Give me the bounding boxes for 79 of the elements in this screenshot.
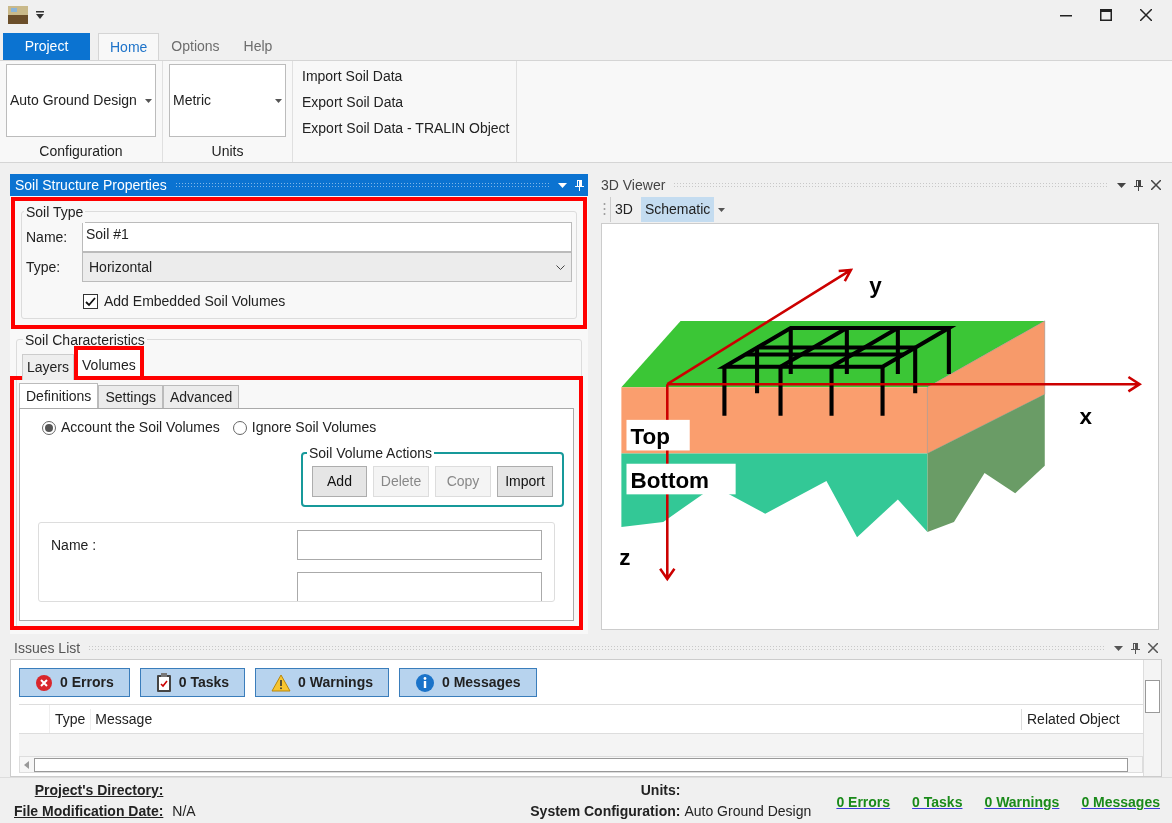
maximize-icon[interactable] — [1100, 9, 1112, 21]
status-link[interactable]: 0 Tasks — [912, 792, 963, 813]
type-select[interactable]: Horizontal — [82, 252, 572, 282]
ribbon-command[interactable]: Export Soil Data — [302, 92, 508, 113]
axis-label: z — [619, 544, 631, 570]
ribbon-command[interactable]: Import Soil Data — [302, 66, 508, 87]
info-icon — [415, 672, 435, 693]
quick-access-icon[interactable] — [36, 11, 44, 19]
tab[interactable]: Layers — [22, 354, 75, 380]
close-icon[interactable] — [1148, 643, 1158, 653]
ribbon-command[interactable]: Export Soil Data - TRALIN Object — [302, 118, 508, 139]
dropdown-button[interactable]: Auto Ground Design — [6, 64, 156, 137]
view-mode-button[interactable]: 3D — [610, 197, 637, 222]
error-icon — [35, 673, 53, 692]
vertical-scrollbar[interactable] — [1143, 660, 1161, 776]
status-value: N/A — [172, 801, 197, 821]
text-field[interactable] — [297, 530, 542, 560]
toolbar-grip-icon — [603, 201, 606, 218]
status-link[interactable]: 0 Errors — [836, 792, 891, 813]
chevron-down-icon — [556, 264, 565, 270]
view-mode-button[interactable]: Schematic — [640, 197, 715, 222]
subtab[interactable]: Advanced — [162, 385, 240, 408]
column-header: Type — [50, 708, 92, 730]
dropdown-icon[interactable] — [1114, 645, 1123, 651]
panel-title: Issues List — [14, 638, 81, 658]
app-logo-icon[interactable] — [8, 6, 28, 24]
axis-label: y — [869, 273, 882, 299]
subtab[interactable]: Settings — [98, 385, 163, 408]
column-header: Message — [94, 709, 154, 729]
close-icon[interactable] — [1140, 9, 1152, 21]
field-label: Name: — [26, 227, 69, 247]
subtab[interactable]: Definitions — [19, 383, 99, 408]
status-label: Project's Directory: — [34, 780, 164, 800]
text-field[interactable] — [297, 572, 542, 601]
project-tab[interactable]: Project — [3, 33, 90, 60]
field-label: Name : — [51, 535, 97, 555]
overflow-caret-icon — [718, 207, 726, 212]
ribbon-tab[interactable]: Options — [159, 33, 232, 60]
pin-icon[interactable] — [575, 179, 584, 191]
filter-button[interactable]: 0 Errors — [19, 668, 130, 697]
dropdown-icon[interactable] — [558, 182, 567, 188]
caret-icon — [275, 98, 282, 103]
group-caption: Configuration — [39, 142, 123, 161]
dropdown-icon[interactable] — [1117, 182, 1126, 188]
filter-button[interactable]: 0 Warnings — [255, 668, 389, 697]
checkbox[interactable] — [83, 294, 98, 309]
pin-icon[interactable] — [1131, 642, 1140, 654]
filter-button[interactable]: 0 Messages — [399, 668, 537, 697]
close-icon[interactable] — [1151, 180, 1161, 190]
group-caption: Units — [211, 142, 244, 161]
field-label: Type: — [26, 257, 62, 277]
panel-title: 3D Viewer — [601, 175, 666, 195]
action-button[interactable]: Import — [497, 466, 553, 497]
horizontal-scrollbar[interactable] — [19, 756, 1143, 773]
layer-label: Top — [630, 424, 670, 450]
action-button[interactable]: Add — [312, 466, 367, 497]
status-label: Units: — [640, 780, 681, 800]
axis-label: x — [1079, 403, 1092, 429]
radio-label: Account the Soil Volumes — [61, 418, 220, 437]
status-link[interactable]: 0 Messages — [1081, 792, 1160, 813]
clipboard-icon — [155, 672, 172, 693]
layer-label: Bottom — [630, 468, 710, 494]
checkbox-label: Add Embedded Soil Volumes — [104, 292, 286, 311]
ribbon-tab[interactable]: Home — [98, 33, 160, 60]
dropdown-button[interactable]: Metric — [169, 64, 286, 137]
filter-button[interactable]: 0 Tasks — [139, 668, 246, 697]
panel-title: Soil Structure Properties — [15, 175, 167, 195]
radio-button[interactable] — [42, 420, 56, 435]
status-label: System Configuration: — [530, 801, 681, 821]
caret-icon — [144, 98, 152, 103]
pin-icon[interactable] — [1134, 179, 1143, 191]
status-value: Auto Ground Design — [684, 801, 813, 821]
radio-label: Ignore Soil Volumes — [251, 418, 377, 437]
warning-icon — [271, 673, 292, 692]
status-link[interactable]: 0 Warnings — [984, 792, 1060, 813]
name-field[interactable]: Soil #1 — [82, 222, 572, 252]
status-label: File Modification Date: — [14, 801, 164, 821]
ribbon-tab[interactable]: Help — [231, 33, 285, 60]
radio-button[interactable] — [232, 420, 247, 435]
